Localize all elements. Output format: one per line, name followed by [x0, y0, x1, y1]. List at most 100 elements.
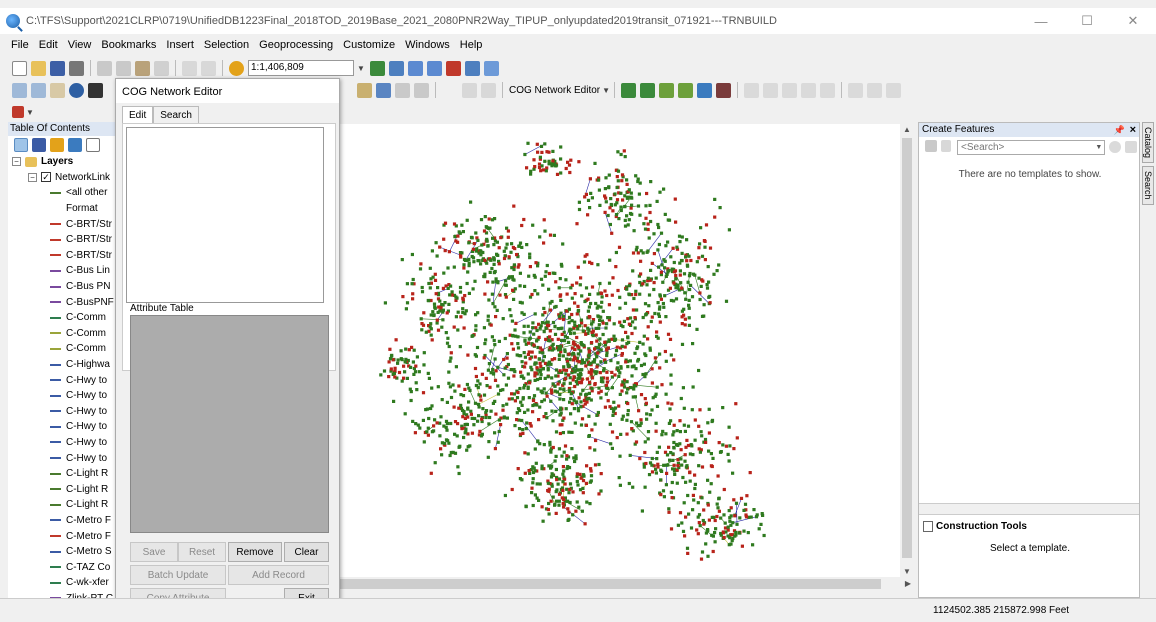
scroll-up-icon[interactable]: ▲ — [903, 125, 911, 134]
merge-link-icon[interactable] — [678, 82, 694, 98]
legend-item[interactable]: C-Comm — [8, 326, 115, 342]
legend-item[interactable]: C-Highwa — [8, 357, 115, 373]
list-by-source-icon[interactable] — [32, 138, 46, 152]
sketch-tool-icon[interactable] — [12, 106, 24, 118]
legend-item[interactable]: C-Metro F — [8, 528, 115, 544]
legend-item[interactable]: C-BusPNF — [8, 294, 115, 310]
tab-search[interactable]: Search — [153, 106, 199, 124]
legend-item[interactable]: C-Comm — [8, 310, 115, 326]
legend-item[interactable]: C-Comm — [8, 341, 115, 357]
layer-visibility-checkbox[interactable]: ✓ — [41, 172, 51, 183]
minimize-button[interactable]: — — [1018, 8, 1064, 34]
node-tool-icon[interactable] — [621, 82, 637, 98]
add-data-icon[interactable] — [229, 60, 244, 76]
menu-view[interactable]: View — [63, 34, 97, 56]
organize-templates-icon[interactable] — [925, 140, 937, 152]
menu-bookmarks[interactable]: Bookmarks — [96, 34, 161, 56]
legend-item[interactable]: C-Light R — [8, 466, 115, 482]
python-window-icon[interactable] — [465, 60, 480, 76]
measure-icon[interactable] — [395, 82, 410, 98]
zoom-out-icon[interactable] — [31, 82, 46, 98]
cog-network-editor-dropdown[interactable]: COG Network Editor — [507, 85, 602, 96]
zoom-in-icon[interactable] — [12, 82, 27, 98]
menu-windows[interactable]: Windows — [400, 34, 455, 56]
search-icon[interactable] — [1109, 141, 1122, 153]
new-document-icon[interactable] — [12, 60, 27, 76]
menu-geoprocessing[interactable]: Geoprocessing — [254, 34, 338, 56]
delete-icon[interactable] — [154, 60, 169, 76]
hyperlink-icon[interactable] — [414, 82, 429, 98]
cut-icon[interactable] — [97, 60, 112, 76]
menu-edit[interactable]: Edit — [34, 34, 63, 56]
save-icon[interactable] — [50, 60, 65, 76]
clear-button[interactable]: Clear — [284, 542, 329, 562]
clear-search-icon[interactable] — [1125, 141, 1137, 153]
templates-view-icon[interactable] — [941, 140, 951, 152]
tab-edit[interactable]: Edit — [122, 106, 154, 124]
transit-line-icon[interactable] — [716, 82, 732, 98]
catalog-window-icon[interactable] — [408, 60, 423, 76]
print-icon[interactable] — [69, 60, 84, 76]
find-icon[interactable] — [376, 82, 391, 98]
legend-item[interactable]: C-BRT/Str — [8, 248, 115, 264]
map-vertical-scrollbar[interactable]: ▲ ▼ — [900, 124, 914, 577]
network-tool-icon[interactable] — [462, 82, 477, 98]
pin-icon[interactable]: 📌 — [1114, 123, 1125, 137]
network-editor-dropdown-arrow-icon[interactable]: ▼ — [602, 82, 610, 98]
map-scale-input[interactable]: 1:1,406,809 — [248, 60, 354, 76]
menu-selection[interactable]: Selection — [199, 34, 254, 56]
legend-item[interactable]: C-Hwy to — [8, 450, 115, 466]
undo-icon[interactable] — [182, 60, 197, 76]
legend-item[interactable]: C-Hwy to — [8, 404, 115, 420]
menu-help[interactable]: Help — [455, 34, 488, 56]
route-tool-icon[interactable] — [697, 82, 713, 98]
add-record-button[interactable]: Add Record — [228, 565, 329, 585]
panel-splitter[interactable] — [919, 503, 1139, 515]
legend-item[interactable]: C-Bus PN — [8, 279, 115, 295]
table-of-contents-icon[interactable] — [389, 60, 404, 76]
list-by-selection-icon[interactable] — [68, 138, 82, 152]
layers-root-row[interactable]: − Layers — [8, 154, 115, 170]
list-by-visibility-icon[interactable] — [50, 138, 64, 152]
split-link-icon[interactable] — [659, 82, 675, 98]
reset-button[interactable]: Reset — [178, 542, 226, 562]
template-search-input[interactable]: <Search> ▼ — [957, 139, 1106, 155]
legend-item[interactable]: C-BRT/Str — [8, 216, 115, 232]
map-view[interactable] — [340, 124, 900, 577]
legend-item[interactable]: C-Light R — [8, 497, 115, 513]
scroll-thumb[interactable] — [902, 138, 912, 558]
catalog-tab[interactable]: Catalog — [1142, 122, 1154, 164]
legend-item[interactable]: C-Metro F — [8, 513, 115, 529]
save-button[interactable]: Save — [130, 542, 178, 562]
legend-item[interactable]: C-Metro S — [8, 544, 115, 560]
toolbar-overflow-icon[interactable]: ▼ — [26, 104, 34, 120]
batch-update-button[interactable]: Batch Update — [130, 565, 226, 585]
list-by-drawing-order-icon[interactable] — [14, 138, 28, 152]
legend-item[interactable]: C-Bus Lin — [8, 263, 115, 279]
toc-options-icon[interactable] — [86, 138, 100, 152]
link-tool-icon[interactable] — [640, 82, 656, 98]
legend-item[interactable]: C-Hwy to — [8, 419, 115, 435]
legend-item[interactable]: Zlink-PT C — [8, 591, 115, 598]
maximize-button[interactable]: ☐ — [1064, 8, 1110, 34]
remove-button[interactable]: Remove — [228, 542, 282, 562]
legend-item[interactable]: C-wk-xfer — [8, 575, 115, 591]
legend-item[interactable]: C-BRT/Str — [8, 232, 115, 248]
identify-icon[interactable] — [357, 82, 372, 98]
redo-icon[interactable] — [201, 60, 216, 76]
model-builder-icon[interactable] — [484, 60, 499, 76]
scroll-right-icon[interactable]: ▶ — [905, 579, 911, 588]
collapse-icon[interactable]: − — [28, 172, 37, 182]
legend-item[interactable]: Format — [8, 201, 115, 217]
search-tab[interactable]: Search — [1142, 166, 1154, 205]
network-link-layer-row[interactable]: − ✓ NetworkLink — [8, 170, 115, 186]
scroll-thumb[interactable] — [336, 579, 881, 589]
open-folder-icon[interactable] — [31, 60, 46, 76]
arctoolbox-icon[interactable] — [446, 60, 461, 76]
legend-item[interactable]: C-Hwy to — [8, 435, 115, 451]
search-window-icon[interactable] — [427, 60, 442, 76]
copy-icon[interactable] — [116, 60, 131, 76]
scroll-down-icon[interactable]: ▼ — [903, 567, 911, 576]
collapse-icon[interactable]: − — [12, 157, 21, 167]
close-panel-icon[interactable]: × — [1130, 123, 1136, 137]
